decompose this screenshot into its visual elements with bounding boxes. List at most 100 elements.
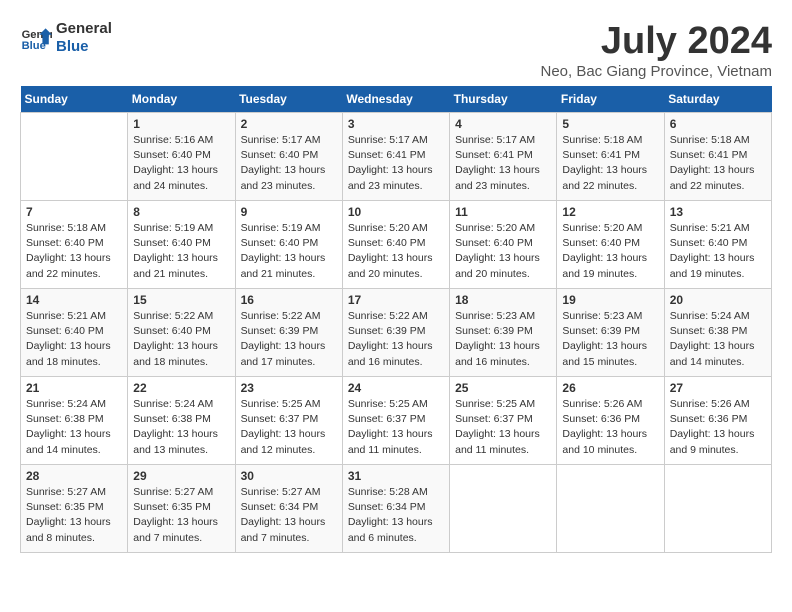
page-subtitle: Neo, Bac Giang Province, Vietnam: [540, 63, 772, 80]
day-info: Sunrise: 5:25 AM Sunset: 6:37 PM Dayligh…: [241, 397, 337, 458]
calendar-cell: 15 Sunrise: 5:22 AM Sunset: 6:40 PM Dayli…: [128, 289, 235, 377]
day-info: Sunrise: 5:20 AM Sunset: 6:40 PM Dayligh…: [455, 221, 551, 282]
day-number: 11: [455, 205, 551, 219]
calendar-cell: 22 Sunrise: 5:24 AM Sunset: 6:38 PM Dayli…: [128, 377, 235, 465]
calendar-cell: 3 Sunrise: 5:17 AM Sunset: 6:41 PM Daylig…: [342, 113, 449, 201]
day-info: Sunrise: 5:17 AM Sunset: 6:41 PM Dayligh…: [455, 133, 551, 194]
logo: General Blue General Blue: [20, 20, 112, 56]
day-number: 18: [455, 293, 551, 307]
calendar-week-row: 1Sunrise: 5:16 AM Sunset: 6:40 PM Daylig…: [21, 113, 772, 201]
day-number: 23: [241, 381, 337, 395]
calendar-cell: 2Sunrise: 5:17 AM Sunset: 6:40 PM Daylig…: [235, 113, 342, 201]
calendar-cell: 24Sunrise: 5:25 AM Sunset: 6:37 PM Dayli…: [342, 377, 449, 465]
day-info: Sunrise: 5:25 AM Sunset: 6:37 PM Dayligh…: [455, 397, 551, 458]
day-number: 22: [133, 381, 229, 395]
day-info: Sunrise: 5:23 AM Sunset: 6:39 PM Dayligh…: [562, 309, 658, 370]
calendar-cell: 17 Sunrise: 5:22 AM Sunset: 6:39 PM Dayli…: [342, 289, 449, 377]
day-number: 31: [348, 469, 444, 483]
day-info: Sunrise: 5:22 AM Sunset: 6:40 PM Dayligh…: [133, 309, 229, 370]
calendar-header-row: SundayMondayTuesdayWednesdayThursdayFrid…: [21, 86, 772, 113]
day-info: Sunrise: 5:19 AM Sunset: 6:40 PM Dayligh…: [133, 221, 229, 282]
day-info: Sunrise: 5:17 AM Sunset: 6:40 PM Dayligh…: [241, 133, 337, 194]
day-number: 9: [241, 205, 337, 219]
calendar-cell: 21 Sunrise: 5:24 AM Sunset: 6:38 PM Dayli…: [21, 377, 128, 465]
header: General Blue General Blue July 2024 Neo,…: [20, 20, 772, 80]
day-info: Sunrise: 5:19 AM Sunset: 6:40 PM Dayligh…: [241, 221, 337, 282]
day-info: Sunrise: 5:21 AM Sunset: 6:40 PM Dayligh…: [26, 309, 122, 370]
day-info: Sunrise: 5:18 AM Sunset: 6:41 PM Dayligh…: [670, 133, 766, 194]
day-info: Sunrise: 5:23 AM Sunset: 6:39 PM Dayligh…: [455, 309, 551, 370]
day-info: Sunrise: 5:18 AM Sunset: 6:40 PM Dayligh…: [26, 221, 122, 282]
calendar-cell: [450, 465, 557, 553]
day-number: 14: [26, 293, 122, 307]
day-info: Sunrise: 5:27 AM Sunset: 6:35 PM Dayligh…: [26, 485, 122, 546]
day-info: Sunrise: 5:22 AM Sunset: 6:39 PM Dayligh…: [241, 309, 337, 370]
calendar-cell: [664, 465, 771, 553]
day-number: 6: [670, 117, 766, 131]
calendar-cell: 31 Sunrise: 5:28 AM Sunset: 6:34 PM Dayli…: [342, 465, 449, 553]
day-info: Sunrise: 5:24 AM Sunset: 6:38 PM Dayligh…: [133, 397, 229, 458]
page-title: July 2024: [540, 20, 772, 63]
header-wednesday: Wednesday: [342, 86, 449, 113]
calendar-cell: [557, 465, 664, 553]
calendar-cell: 11 Sunrise: 5:20 AM Sunset: 6:40 PM Dayli…: [450, 201, 557, 289]
calendar-cell: 23 Sunrise: 5:25 AM Sunset: 6:37 PM Dayli…: [235, 377, 342, 465]
day-number: 19: [562, 293, 658, 307]
title-block: July 2024 Neo, Bac Giang Province, Vietn…: [540, 20, 772, 80]
calendar-cell: 29 Sunrise: 5:27 AM Sunset: 6:35 PM Dayli…: [128, 465, 235, 553]
day-info: Sunrise: 5:27 AM Sunset: 6:35 PM Dayligh…: [133, 485, 229, 546]
logo-blue: Blue: [56, 38, 112, 56]
day-info: Sunrise: 5:22 AM Sunset: 6:39 PM Dayligh…: [348, 309, 444, 370]
calendar-week-row: 7Sunrise: 5:18 AM Sunset: 6:40 PM Daylig…: [21, 201, 772, 289]
calendar-cell: 6 Sunrise: 5:18 AM Sunset: 6:41 PM Daylig…: [664, 113, 771, 201]
day-info: Sunrise: 5:27 AM Sunset: 6:34 PM Dayligh…: [241, 485, 337, 546]
calendar-week-row: 14 Sunrise: 5:21 AM Sunset: 6:40 PM Dayli…: [21, 289, 772, 377]
day-number: 15: [133, 293, 229, 307]
calendar-cell: 8 Sunrise: 5:19 AM Sunset: 6:40 PM Daylig…: [128, 201, 235, 289]
day-number: 17: [348, 293, 444, 307]
calendar-cell: 16 Sunrise: 5:22 AM Sunset: 6:39 PM Dayli…: [235, 289, 342, 377]
day-info: Sunrise: 5:17 AM Sunset: 6:41 PM Dayligh…: [348, 133, 444, 194]
calendar-cell: 30 Sunrise: 5:27 AM Sunset: 6:34 PM Dayli…: [235, 465, 342, 553]
day-info: Sunrise: 5:28 AM Sunset: 6:34 PM Dayligh…: [348, 485, 444, 546]
day-number: 28: [26, 469, 122, 483]
day-number: 27: [670, 381, 766, 395]
day-number: 21: [26, 381, 122, 395]
svg-text:Blue: Blue: [22, 40, 46, 52]
header-tuesday: Tuesday: [235, 86, 342, 113]
day-info: Sunrise: 5:26 AM Sunset: 6:36 PM Dayligh…: [562, 397, 658, 458]
header-saturday: Saturday: [664, 86, 771, 113]
day-number: 1: [133, 117, 229, 131]
day-number: 12: [562, 205, 658, 219]
day-number: 20: [670, 293, 766, 307]
day-number: 5: [562, 117, 658, 131]
calendar-table: SundayMondayTuesdayWednesdayThursdayFrid…: [20, 86, 772, 553]
calendar-cell: 9 Sunrise: 5:19 AM Sunset: 6:40 PM Daylig…: [235, 201, 342, 289]
day-info: Sunrise: 5:21 AM Sunset: 6:40 PM Dayligh…: [670, 221, 766, 282]
day-number: 10: [348, 205, 444, 219]
day-number: 4: [455, 117, 551, 131]
day-number: 25: [455, 381, 551, 395]
calendar-cell: 28 Sunrise: 5:27 AM Sunset: 6:35 PM Dayli…: [21, 465, 128, 553]
day-number: 16: [241, 293, 337, 307]
header-thursday: Thursday: [450, 86, 557, 113]
calendar-cell: 20Sunrise: 5:24 AM Sunset: 6:38 PM Dayli…: [664, 289, 771, 377]
day-number: 29: [133, 469, 229, 483]
day-info: Sunrise: 5:20 AM Sunset: 6:40 PM Dayligh…: [348, 221, 444, 282]
calendar-cell: 14 Sunrise: 5:21 AM Sunset: 6:40 PM Dayli…: [21, 289, 128, 377]
day-number: 30: [241, 469, 337, 483]
logo-general: General: [56, 20, 112, 38]
calendar-cell: 27 Sunrise: 5:26 AM Sunset: 6:36 PM Dayli…: [664, 377, 771, 465]
calendar-cell: 26Sunrise: 5:26 AM Sunset: 6:36 PM Dayli…: [557, 377, 664, 465]
day-number: 24: [348, 381, 444, 395]
calendar-cell: 13Sunrise: 5:21 AM Sunset: 6:40 PM Dayli…: [664, 201, 771, 289]
calendar-cell: 7Sunrise: 5:18 AM Sunset: 6:40 PM Daylig…: [21, 201, 128, 289]
calendar-cell: 1Sunrise: 5:16 AM Sunset: 6:40 PM Daylig…: [128, 113, 235, 201]
day-number: 8: [133, 205, 229, 219]
day-info: Sunrise: 5:26 AM Sunset: 6:36 PM Dayligh…: [670, 397, 766, 458]
day-info: Sunrise: 5:24 AM Sunset: 6:38 PM Dayligh…: [26, 397, 122, 458]
day-info: Sunrise: 5:18 AM Sunset: 6:41 PM Dayligh…: [562, 133, 658, 194]
calendar-cell: 10 Sunrise: 5:20 AM Sunset: 6:40 PM Dayli…: [342, 201, 449, 289]
day-number: 3: [348, 117, 444, 131]
calendar-cell: 25 Sunrise: 5:25 AM Sunset: 6:37 PM Dayli…: [450, 377, 557, 465]
